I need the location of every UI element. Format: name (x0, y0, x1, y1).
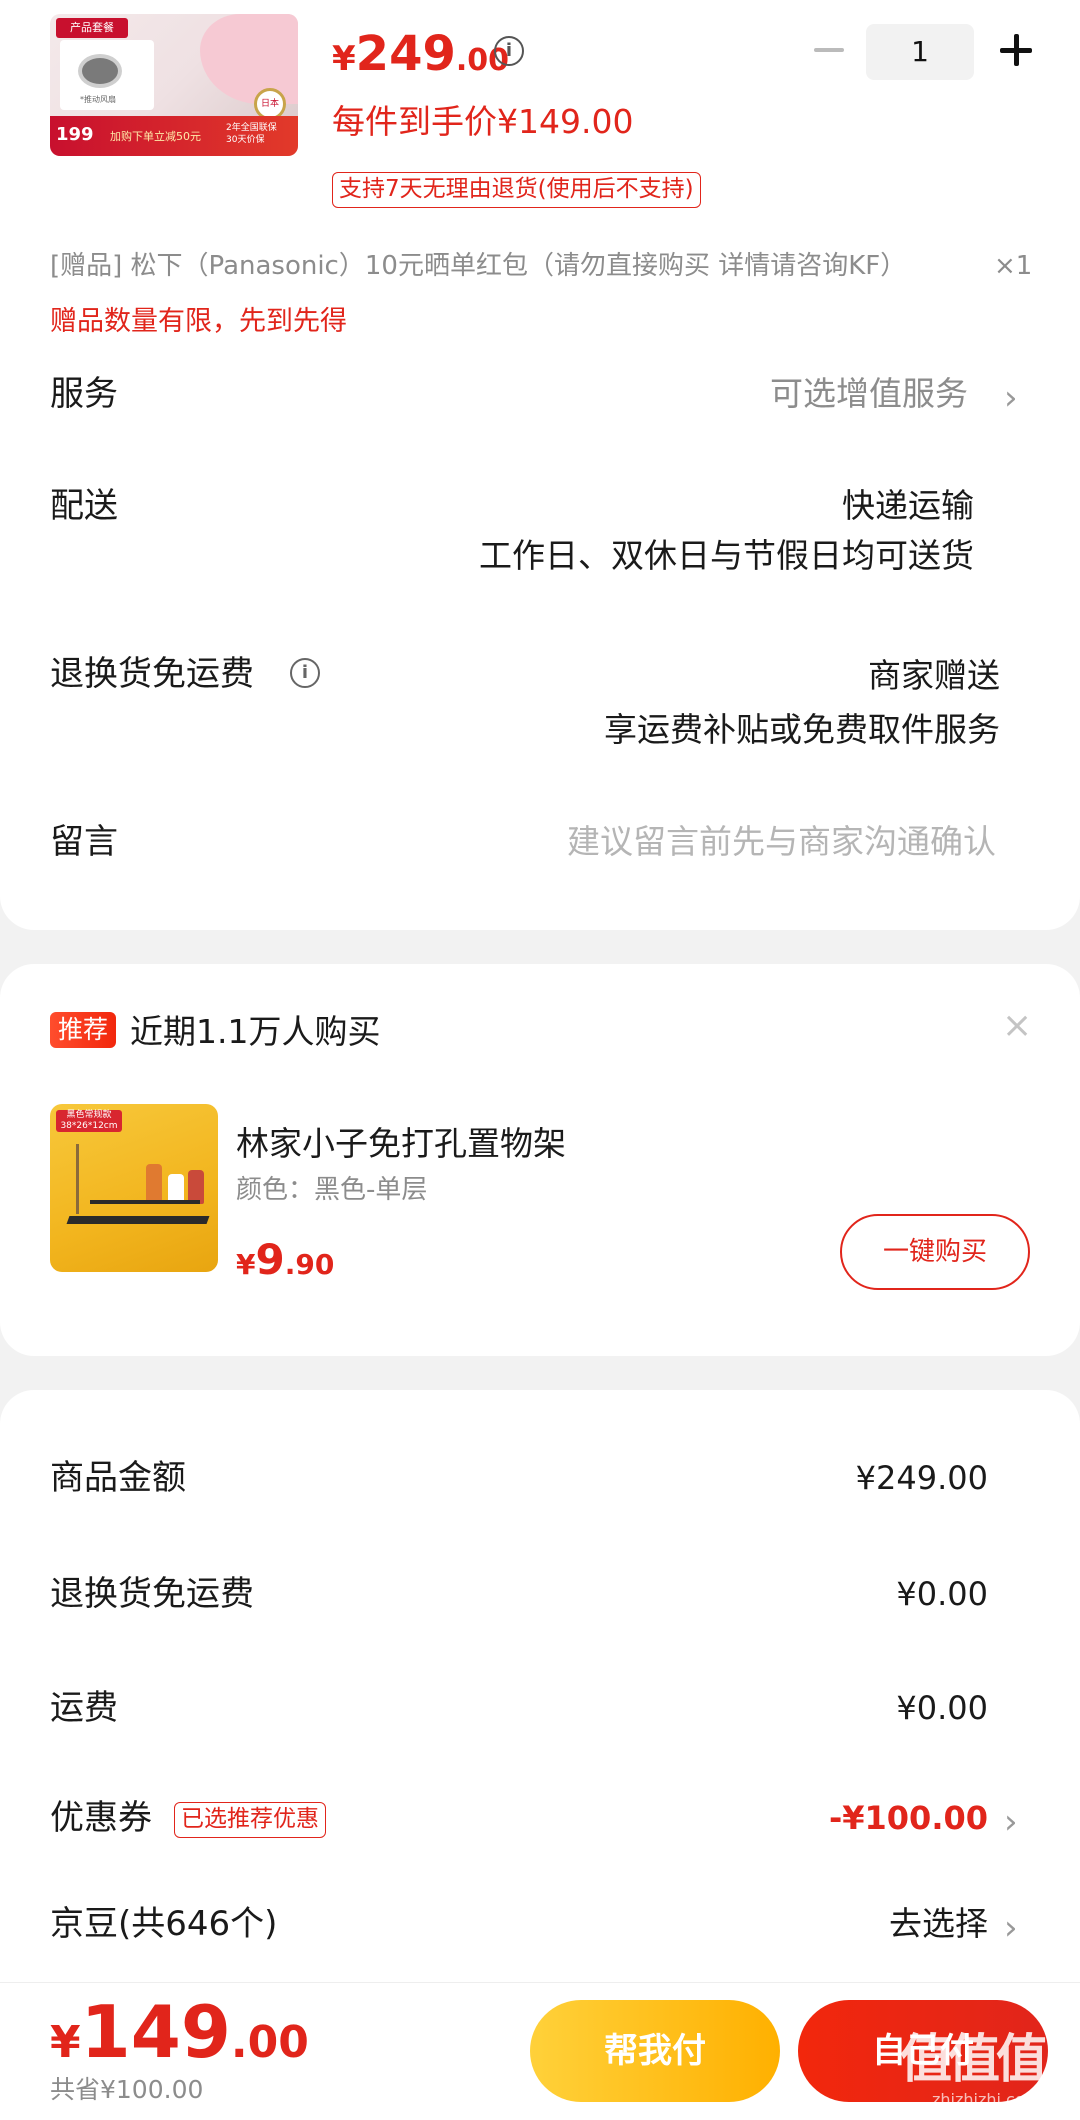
jd-beans-select[interactable]: 去选择 (889, 1902, 988, 1946)
delivery-method: 快递运输 (842, 486, 974, 525)
thumb-promo: 加购下单立减50元 (110, 130, 201, 143)
coupon-value[interactable]: -¥100.00 (829, 1796, 988, 1840)
thumb-tag: 产品套餐 (56, 18, 128, 38)
thumb-device-image (78, 54, 122, 88)
recommend-thumbnail[interactable]: 黑色常规款 38*26*12cm (50, 1104, 218, 1272)
thumb-bottle-image (188, 1170, 204, 1204)
gift-line: [赠品] 松下（Panasonic）10元晒单红包（请勿直接购买 详情请咨询KF… (50, 251, 907, 281)
recommend-product-spec: 颜色：黑色-单层 (236, 1175, 428, 1205)
freight-label: 运费 (50, 1688, 118, 1728)
minus-icon[interactable] (814, 48, 844, 52)
price-currency: ¥ (332, 39, 356, 79)
service-value[interactable]: 可选增值服务 (770, 372, 968, 416)
coupon-tag: 已选推荐优惠 (174, 1802, 326, 1838)
watermark-text: zhizhizhi.com (932, 2090, 1041, 2109)
return-fee-value: ¥0.00 (896, 1575, 988, 1613)
gift-quantity: ×1 (994, 251, 1033, 281)
quantity-input[interactable]: 1 (866, 24, 974, 80)
freight-value: ¥0.00 (896, 1689, 988, 1727)
total-integer: 149 (80, 1990, 231, 2074)
close-icon[interactable]: × (1002, 1004, 1032, 1048)
plus-icon[interactable] (996, 30, 1036, 70)
thumb-bottle-image (146, 1164, 162, 1204)
thumb-device-caption: *推动风扇 (80, 95, 116, 104)
return-shipping-detail: 享运费补贴或免费取件服务 (604, 710, 1000, 749)
per-item-price: 每件到手价¥149.00 (332, 102, 634, 141)
service-label: 服务 (50, 374, 118, 414)
message-label: 留言 (50, 822, 118, 862)
jd-beans-label: 京豆(共646个) (50, 1904, 278, 1944)
product-price: ¥249.00 (332, 26, 509, 89)
info-icon[interactable]: i (290, 658, 320, 688)
thumb-hair-image (200, 14, 298, 104)
total-price: ¥149.00 (50, 1990, 309, 2085)
total-decimal: .00 (230, 2017, 309, 2068)
watermark-logo: 值值值 (900, 2030, 1048, 2090)
total-currency: ¥ (50, 2017, 81, 2068)
rec-price-currency: ¥ (236, 1248, 256, 1281)
message-input[interactable]: 建议留言前先与商家沟通确认 (567, 820, 996, 864)
thumb-shelf (66, 1216, 210, 1224)
recommend-product-price: ¥9.90 (236, 1234, 334, 1291)
coupon-label: 优惠券 (50, 1798, 152, 1838)
return-shipping-label: 退换货免运费 (50, 654, 254, 694)
total-saved: 共省¥100.00 (50, 2075, 204, 2104)
delivery-schedule: 工作日、双休日与节假日均可送货 (479, 536, 974, 575)
recommend-title: 近期1.1万人购买 (130, 1012, 381, 1051)
recommend-product-name[interactable]: 林家小子免打孔置物架 (236, 1122, 566, 1166)
thumb-price: 199 (56, 124, 94, 145)
return-policy-badge: 支持7天无理由退货(使用后不支持) (332, 172, 701, 208)
price-integer: 249 (355, 26, 456, 82)
return-fee-label: 退换货免运费 (50, 1574, 254, 1614)
return-shipping-value: 商家赠送 (868, 656, 1000, 695)
chevron-right-icon[interactable]: › (1004, 1906, 1018, 1950)
delivery-label: 配送 (50, 486, 118, 526)
one-click-buy-button[interactable]: 一键购买 (840, 1214, 1030, 1290)
chevron-right-icon[interactable]: › (1004, 1800, 1018, 1844)
thumb-note: 2年全国联保 30天价保 (226, 123, 277, 145)
rec-price-integer: 9 (255, 1235, 285, 1284)
gift-note: 赠品数量有限，先到先得 (50, 306, 347, 337)
goods-amount-label: 商品金额 (50, 1458, 186, 1498)
info-icon[interactable]: i (494, 36, 524, 66)
goods-amount-value: ¥249.00 (855, 1459, 988, 1497)
rec-price-decimal: .90 (284, 1248, 335, 1281)
thumb-shelf-rail (90, 1200, 200, 1204)
thumb-price-bar: 199 加购下单立减50元 2年全国联保 30天价保 (50, 116, 298, 156)
help-pay-button[interactable]: 帮我付 (530, 2000, 780, 2102)
thumb-label: 黑色常规款 38*26*12cm (56, 1110, 122, 1132)
chevron-right-icon[interactable]: › (1004, 376, 1018, 420)
product-thumbnail[interactable]: 产品套餐 *推动风扇 日本精工 199 加购下单立减50元 2年全国联保 30天… (50, 14, 298, 156)
recommend-tag: 推荐 (50, 1012, 117, 1048)
